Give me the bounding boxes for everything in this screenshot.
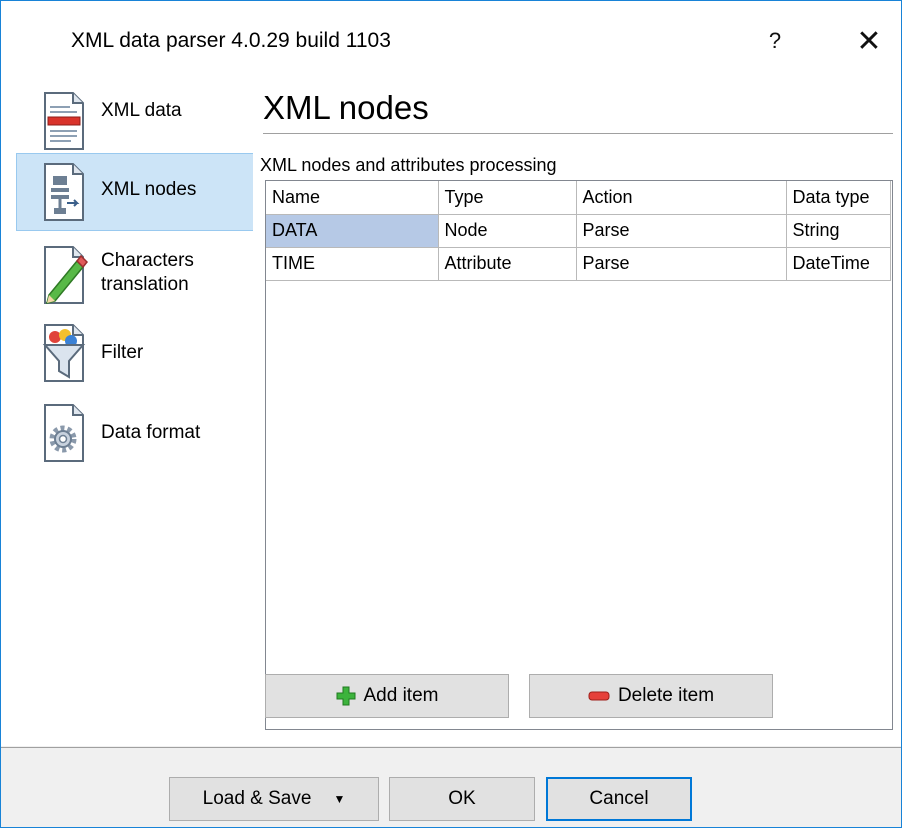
section-subtitle: XML nodes and attributes processing — [260, 155, 557, 175]
gear-document-icon — [44, 404, 84, 462]
column-header-name[interactable]: Name — [266, 181, 439, 215]
sidebar-item-label: Filter — [101, 342, 144, 363]
column-header-data-type[interactable]: Data type — [786, 181, 891, 215]
table-cell[interactable]: TIME — [266, 247, 439, 281]
table-cell[interactable]: DateTime — [786, 247, 891, 281]
table-header-row: Name Type Action Data type — [266, 181, 891, 215]
sidebar-item-characters-translation[interactable]: Characters translation — [17, 237, 253, 313]
document-icon — [44, 92, 84, 150]
sidebar-item-label: Data format — [101, 422, 201, 443]
table-cell[interactable]: Attribute — [438, 247, 577, 281]
plus-icon — [336, 686, 356, 706]
window-title: XML data parser 4.0.29 build 1103 — [71, 29, 391, 52]
table-cell[interactable]: String — [786, 214, 891, 248]
close-button[interactable]: ✕ — [839, 19, 899, 63]
cancel-button[interactable]: Cancel — [546, 777, 692, 821]
column-header-type[interactable]: Type — [438, 181, 577, 215]
load-save-button[interactable]: Load & Save ▼ — [169, 777, 379, 821]
table-cell[interactable]: Parse — [576, 214, 787, 248]
delete-item-label: Delete item — [617, 685, 715, 706]
column-header-action[interactable]: Action — [576, 181, 787, 215]
load-save-label: Load & Save — [202, 788, 312, 809]
sidebar-item-xml-nodes[interactable]: XML nodes — [16, 153, 254, 231]
dialog-window: XML data parser 4.0.29 build 1103 ? ✕ XM… — [0, 0, 902, 828]
add-item-label: Add item — [363, 685, 439, 706]
sidebar-item-label: XML nodes — [101, 179, 197, 200]
sidebar-item-label-line2: translation — [101, 274, 189, 295]
cancel-label: Cancel — [589, 788, 649, 809]
nodes-grid[interactable]: Name Type Action Data type DATA Node Par… — [265, 180, 893, 730]
table-row[interactable]: TIME Attribute Parse DateTime — [266, 247, 891, 281]
nodes-table: Name Type Action Data type DATA Node Par… — [266, 181, 891, 281]
ok-button[interactable]: OK — [389, 777, 535, 821]
help-button[interactable]: ? — [745, 19, 805, 63]
page-title: XML nodes — [263, 89, 429, 126]
title-bar: XML data parser 4.0.29 build 1103 ? ✕ — [1, 1, 901, 83]
title-divider — [263, 133, 893, 134]
main-panel: XML nodes XML nodes and attributes proce… — [253, 83, 901, 746]
sidebar: XML data XML nodes Characters translatio… — [1, 83, 254, 746]
ok-label: OK — [448, 788, 476, 809]
sidebar-item-label: XML data — [101, 100, 182, 121]
dropdown-arrow-icon[interactable]: ▼ — [333, 792, 345, 806]
sidebar-item-data-format[interactable]: Data format — [17, 395, 253, 471]
add-item-button[interactable]: Add item — [265, 674, 509, 718]
delete-item-button[interactable]: Delete item — [529, 674, 773, 718]
funnel-icon — [42, 324, 86, 382]
pencil-document-icon — [44, 246, 89, 305]
table-cell[interactable]: Parse — [576, 247, 787, 281]
xml-nodes-icon — [44, 163, 84, 221]
sidebar-item-xml-data[interactable]: XML data — [17, 83, 253, 159]
footer-divider — [1, 747, 901, 748]
table-cell[interactable]: DATA — [266, 214, 439, 248]
sidebar-item-filter[interactable]: Filter — [17, 315, 253, 391]
table-cell[interactable]: Node — [438, 214, 577, 248]
table-row[interactable]: DATA Node Parse String — [266, 214, 891, 248]
minus-icon — [588, 691, 610, 701]
sidebar-item-label-line1: Characters — [101, 250, 194, 271]
